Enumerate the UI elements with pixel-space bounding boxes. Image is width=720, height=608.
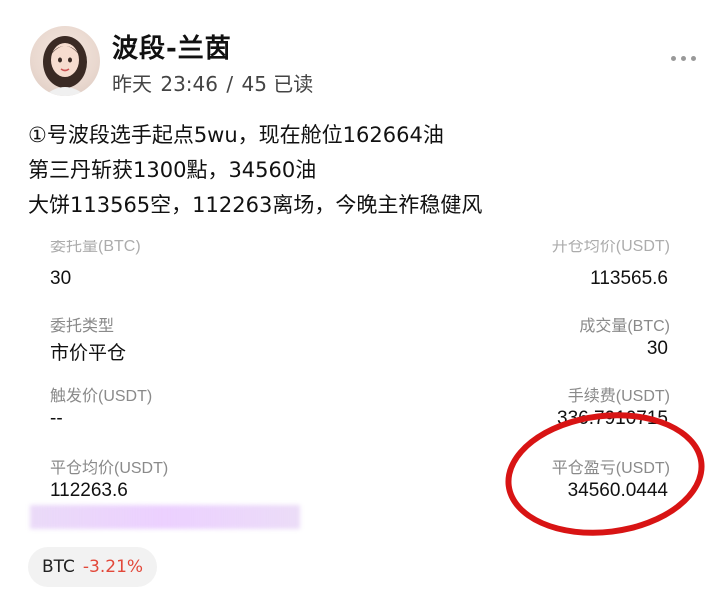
close-avg-price-value: 112263.6: [50, 480, 128, 501]
fee-label: 手续费(USDT): [567, 388, 670, 405]
more-dot: [671, 56, 676, 61]
post-time: 23:46: [160, 72, 218, 96]
filled-qty-label: 成交量(BTC): [579, 318, 670, 335]
trigger-price-label: 触发价(USDT): [50, 388, 153, 405]
filled-qty-value: 30: [646, 338, 668, 359]
more-icon[interactable]: [671, 56, 696, 61]
ticker-change: -3.21%: [82, 557, 144, 577]
more-dot: [691, 56, 696, 61]
order-type-value: 市价平仓: [50, 343, 127, 364]
post-line: 大饼113565空，112263离场，今晚主祚稳健风: [28, 193, 483, 217]
author-name[interactable]: 波段-兰茵: [112, 28, 232, 65]
ticker-symbol: BTC: [42, 557, 75, 577]
trigger-price-value: --: [50, 408, 63, 429]
read-count: 45 已读: [241, 72, 314, 96]
avatar-portrait-icon: [43, 36, 87, 96]
post-body: ①号波段选手起点5wu，现在舱位162664油 第三丹斩获1300點，34560…: [28, 118, 482, 223]
post-day: 昨天: [112, 72, 152, 96]
meta-separator: /: [226, 72, 234, 96]
order-quantity-label: 委托量(BTC): [50, 240, 141, 255]
open-avg-price-value: 113565.6: [590, 268, 668, 289]
post-line: 第三丹斩获1300點，34560油: [28, 158, 317, 182]
post-meta: 昨天 23:46 / 45 已读: [112, 68, 315, 97]
blurred-watermark: [30, 505, 300, 529]
more-dot: [681, 56, 686, 61]
post-line: ①号波段选手起点5wu，现在舱位162664油: [28, 123, 444, 147]
avatar[interactable]: [30, 26, 100, 96]
ticker-tag[interactable]: BTC -3.21%: [28, 547, 158, 587]
open-avg-price-label: 开仓均价(USDT): [551, 240, 670, 255]
close-avg-price-label: 平仓均价(USDT): [50, 460, 169, 477]
order-quantity-value: 30: [50, 268, 72, 289]
order-type-label: 委托类型: [50, 318, 115, 335]
